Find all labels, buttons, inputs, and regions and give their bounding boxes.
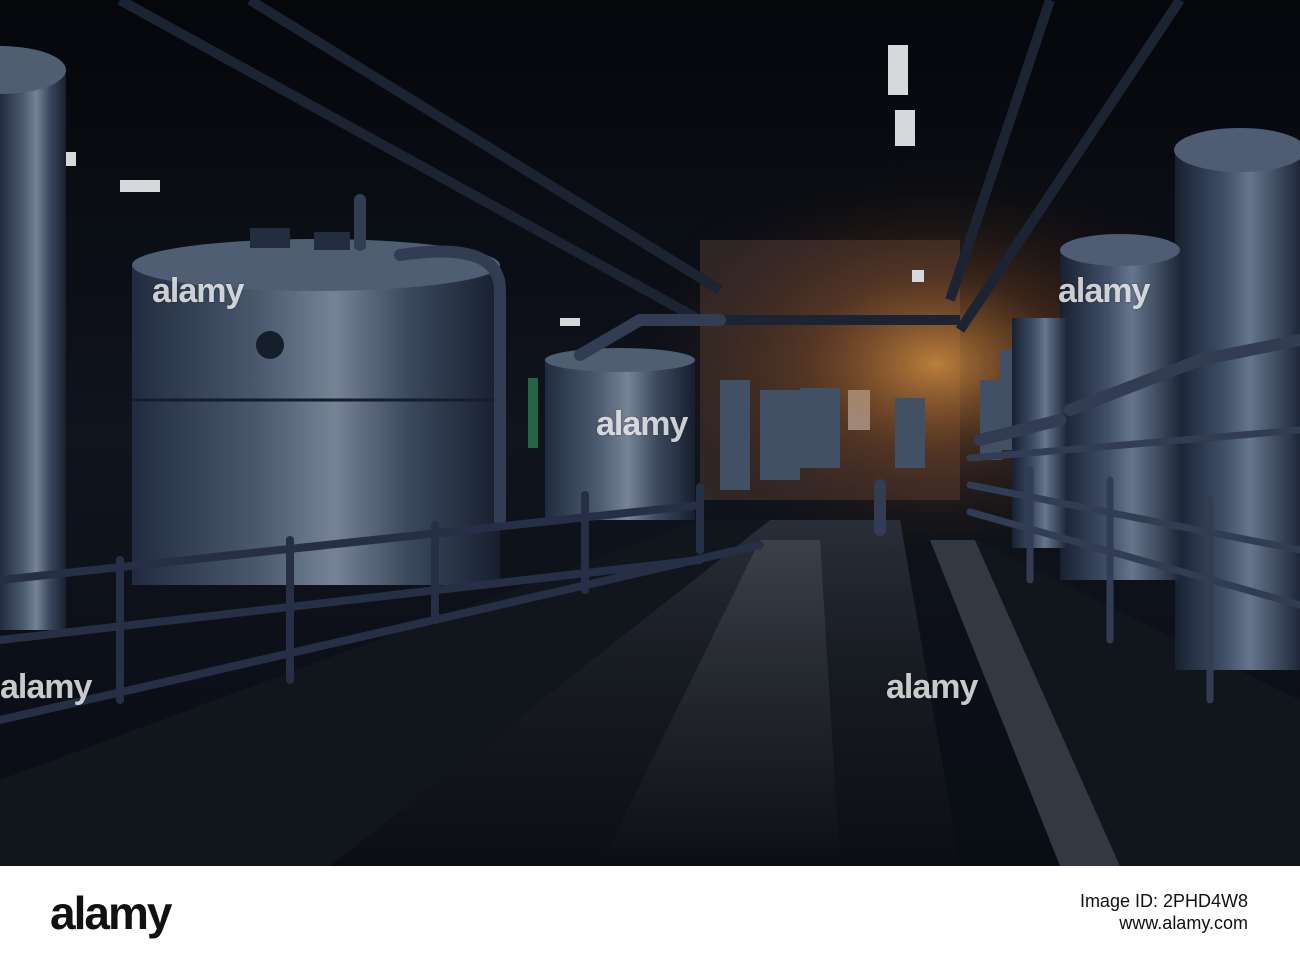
vignette (0, 0, 1300, 866)
alamy-logo: alamy (50, 887, 172, 939)
site-url: www.alamy.com (1119, 913, 1248, 933)
image-id-block: Image ID: 2PHD4W8 www.alamy.com (1080, 890, 1248, 934)
stock-footer-bar: alamy Image ID: 2PHD4W8 www.alamy.com (0, 866, 1300, 956)
factory-photo: alamy alamy alamy alamy alamy (0, 0, 1300, 866)
industrial-hall-scene (0, 0, 1300, 866)
image-id: Image ID: 2PHD4W8 (1079, 891, 1248, 911)
